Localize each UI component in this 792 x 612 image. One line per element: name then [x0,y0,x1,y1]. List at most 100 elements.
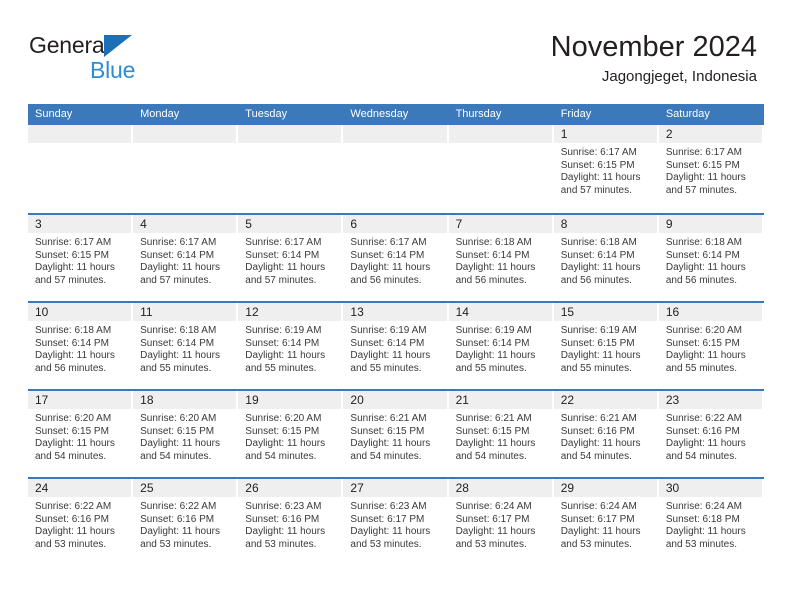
daylight-duration-line1: Daylight: 11 hours [560,526,641,538]
sunrise-time: Sunrise: 6:18 AM [35,325,112,336]
daylight-duration-line1: Daylight: 11 hours [245,526,326,538]
calendar-day-cell[interactable]: 7 Sunrise: 6:18 AM Sunset: 6:14 PM Daylight… [448,215,554,301]
day-number [343,125,447,143]
sunset-time: Sunset: 6:14 PM [455,337,530,349]
sunset-time: Sunset: 6:17 PM [350,513,425,525]
daylight-duration-line2: and 56 minutes. [35,362,107,374]
calendar-day-cell[interactable]: 28 Sunrise: 6:24 AM Sunset: 6:17 PM Dayligh… [448,479,554,565]
daylight-duration-line2: and 57 minutes. [140,274,212,286]
sunset-time: Sunset: 6:15 PM [665,337,740,349]
calendar-day-cell[interactable]: 24 Sunrise: 6:22 AM Sunset: 6:16 PM Dayligh… [28,479,133,565]
daylight-duration-line2: and 55 minutes. [140,362,212,374]
day-number: 7 [448,215,552,233]
calendar-day-cell[interactable]: 30 Sunrise: 6:24 AM Sunset: 6:18 PM Dayligh… [658,479,764,565]
daylight-duration-line1: Daylight: 11 hours [35,350,115,362]
day-number: 8 [553,215,657,233]
calendar-day-cell[interactable]: 21 Sunrise: 6:21 AM Sunset: 6:15 PM Dayligh… [448,391,554,477]
sun-info: Sunrise: 6:21 AM Sunset: 6:15 PM Daylight:… [449,409,552,463]
calendar-day-cell[interactable]: 19 Sunrise: 6:20 AM Sunset: 6:15 PM Dayligh… [238,391,343,477]
daylight-duration-line2: and 54 minutes. [560,450,632,462]
daylight-duration-line2: and 56 minutes. [455,274,527,286]
daylight-duration-line2: and 53 minutes. [245,538,317,550]
calendar-day-cell[interactable]: 10 Sunrise: 6:18 AM Sunset: 6:14 PM Dayligh… [28,303,133,389]
sun-info: Sunrise: 6:24 AM Sunset: 6:18 PM Daylight:… [659,497,762,551]
calendar-day-cell[interactable]: 26 Sunrise: 6:23 AM Sunset: 6:16 PM Dayligh… [238,479,343,565]
day-number: 28 [448,479,552,497]
daylight-duration-line1: Daylight: 11 hours [560,172,641,184]
calendar-day-cell[interactable]: 9 Sunrise: 6:18 AM Sunset: 6:14 PM Daylight… [658,215,764,301]
weekday-saturday: Saturday [665,108,710,120]
calendar-day-cell[interactable]: 2 Sunrise: 6:17 AM Sunset: 6:15 PM Daylight… [658,125,764,213]
daylight-duration-line1: Daylight: 11 hours [140,438,220,450]
sunrise-time: Sunrise: 6:18 AM [455,237,532,248]
calendar-day-cell[interactable]: 14 Sunrise: 6:19 AM Sunset: 6:14 PM Dayligh… [448,303,554,389]
triangle-icon [104,35,132,57]
calendar-day-cell[interactable]: 1 Sunrise: 6:17 AM Sunset: 6:15 PM Daylight… [553,125,659,213]
calendar-week-row: 24 Sunrise: 6:22 AM Sunset: 6:16 PM Dayligh… [28,477,764,565]
location-subtitle: Jagongjeget, Indonesia [601,68,757,85]
calendar-day-cell[interactable]: 16 Sunrise: 6:20 AM Sunset: 6:15 PM Dayligh… [658,303,764,389]
calendar-day-cell[interactable]: 3 Sunrise: 6:17 AM Sunset: 6:15 PM Daylight… [28,215,133,301]
calendar-day-cell[interactable]: 11 Sunrise: 6:18 AM Sunset: 6:14 PM Dayligh… [133,303,238,389]
sunrise-time: Sunrise: 6:24 AM [665,501,742,512]
calendar-day-cell[interactable]: 22 Sunrise: 6:21 AM Sunset: 6:16 PM Dayligh… [553,391,659,477]
sunrise-time: Sunrise: 6:24 AM [455,501,532,512]
calendar-day-cell[interactable]: 5 Sunrise: 6:17 AM Sunset: 6:14 PM Daylight… [238,215,343,301]
calendar-day-cell[interactable]: 6 Sunrise: 6:17 AM Sunset: 6:14 PM Daylight… [343,215,448,301]
calendar-day-cell[interactable]: 27 Sunrise: 6:23 AM Sunset: 6:17 PM Dayligh… [343,479,448,565]
sun-info: Sunrise: 6:18 AM Sunset: 6:14 PM Daylight:… [28,321,131,375]
calendar-day-cell[interactable]: 23 Sunrise: 6:22 AM Sunset: 6:16 PM Dayligh… [658,391,764,477]
calendar-day-cell[interactable]: 18 Sunrise: 6:20 AM Sunset: 6:15 PM Dayligh… [133,391,238,477]
calendar-day-cell[interactable]: 15 Sunrise: 6:19 AM Sunset: 6:15 PM Dayligh… [553,303,659,389]
logo-text-general: General [29,32,110,58]
sunrise-time: Sunrise: 6:23 AM [245,501,322,512]
sunset-time: Sunset: 6:18 PM [665,513,740,525]
daylight-duration-line2: and 54 minutes. [245,450,317,462]
sunrise-time: Sunrise: 6:18 AM [560,237,637,248]
day-number [448,125,552,143]
day-number: 5 [238,215,342,233]
daylight-duration-line2: and 54 minutes. [455,450,527,462]
sunrise-time: Sunrise: 6:17 AM [35,237,112,248]
sun-info: Sunrise: 6:18 AM Sunset: 6:14 PM Daylight:… [449,233,552,287]
sunrise-time: Sunrise: 6:21 AM [350,413,427,424]
day-number: 22 [553,391,657,409]
day-number: 13 [343,303,447,321]
sunrise-time: Sunrise: 6:17 AM [665,147,742,158]
daylight-duration-line2: and 55 minutes. [245,362,317,374]
day-number: 6 [343,215,447,233]
sunrise-time: Sunrise: 6:22 AM [665,413,742,424]
calendar-day-cell[interactable]: 29 Sunrise: 6:24 AM Sunset: 6:17 PM Dayligh… [553,479,659,565]
sunset-time: Sunset: 6:15 PM [560,337,635,349]
calendar-day-cell-empty [238,125,343,213]
sunrise-time: Sunrise: 6:19 AM [350,325,427,336]
daylight-duration-line2: and 57 minutes. [245,274,317,286]
sunset-time: Sunset: 6:15 PM [560,159,635,171]
daylight-duration-line1: Daylight: 11 hours [665,262,746,274]
daylight-duration-line2: and 55 minutes. [455,362,527,374]
sunset-time: Sunset: 6:16 PM [35,513,109,525]
sunrise-time: Sunrise: 6:20 AM [140,413,217,424]
calendar-week-row: 3 Sunrise: 6:17 AM Sunset: 6:15 PM Daylight… [28,213,764,301]
calendar-day-cell[interactable]: 20 Sunrise: 6:21 AM Sunset: 6:15 PM Dayligh… [343,391,448,477]
sunset-time: Sunset: 6:14 PM [245,337,320,349]
sunset-time: Sunset: 6:17 PM [560,513,635,525]
sun-info: Sunrise: 6:17 AM Sunset: 6:15 PM Daylight:… [659,143,762,197]
calendar-day-cell-empty [28,125,133,213]
daylight-duration-line2: and 57 minutes. [560,184,632,196]
weekday-friday: Friday [560,108,592,120]
sunset-time: Sunset: 6:16 PM [140,513,215,525]
daylight-duration-line1: Daylight: 11 hours [140,526,220,538]
daylight-duration-line1: Daylight: 11 hours [35,526,115,538]
day-number: 15 [553,303,657,321]
calendar-day-cell[interactable]: 8 Sunrise: 6:18 AM Sunset: 6:14 PM Daylight… [553,215,659,301]
calendar-day-cell[interactable]: 17 Sunrise: 6:20 AM Sunset: 6:15 PM Dayligh… [28,391,133,477]
sunrise-time: Sunrise: 6:22 AM [35,501,112,512]
sun-info: Sunrise: 6:20 AM Sunset: 6:15 PM Daylight:… [659,321,762,375]
daylight-duration-line2: and 57 minutes. [35,274,107,286]
calendar-day-cell[interactable]: 25 Sunrise: 6:22 AM Sunset: 6:16 PM Dayligh… [133,479,238,565]
calendar-day-cell[interactable]: 12 Sunrise: 6:19 AM Sunset: 6:14 PM Dayligh… [238,303,343,389]
daylight-duration-line2: and 53 minutes. [560,538,632,550]
calendar-day-cell[interactable]: 13 Sunrise: 6:19 AM Sunset: 6:14 PM Dayligh… [343,303,448,389]
calendar-day-cell[interactable]: 4 Sunrise: 6:17 AM Sunset: 6:14 PM Daylight… [133,215,238,301]
